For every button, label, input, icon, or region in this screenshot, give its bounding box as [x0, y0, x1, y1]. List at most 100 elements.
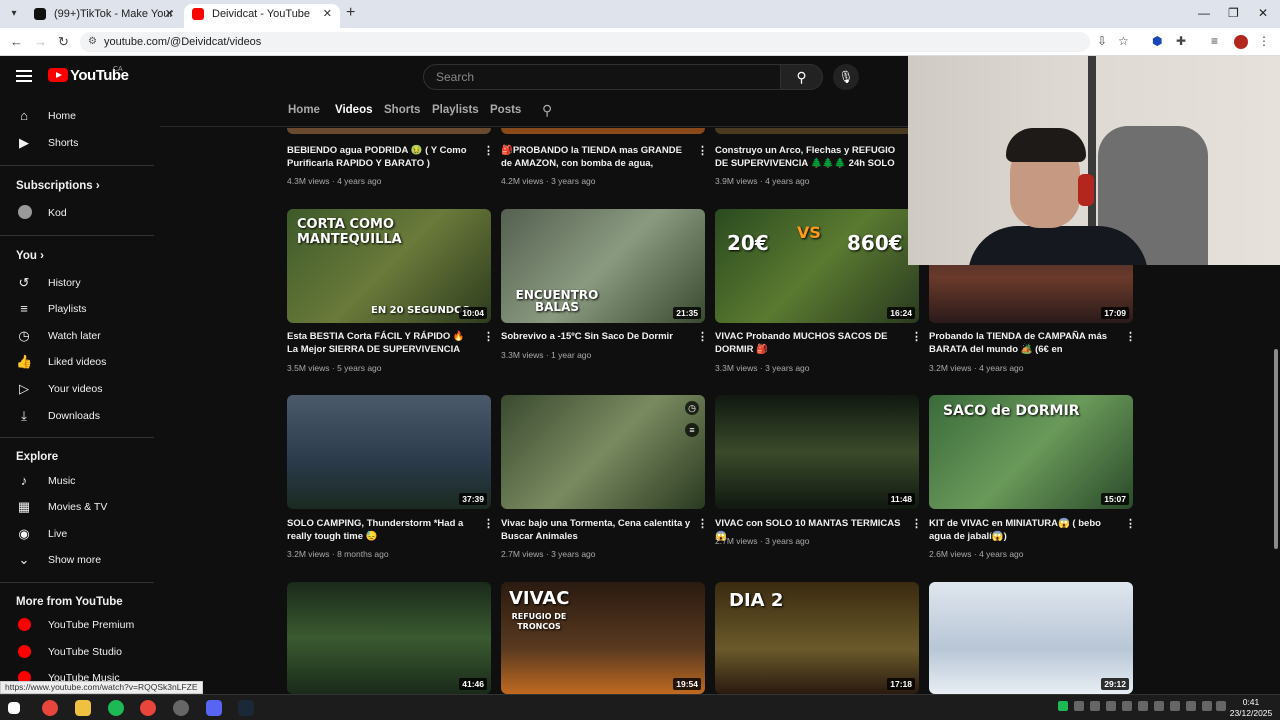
browser-tab-tiktok[interactable]: (99+)TikTok - Make Your Day ✕: [26, 4, 182, 40]
sidebar-item-watch-later[interactable]: ◷ Watch later: [0, 323, 154, 349]
tray-app-icon[interactable]: [1106, 701, 1116, 711]
bookmark-star-icon[interactable]: ☆: [1118, 34, 1129, 48]
sidebar-item-live[interactable]: ◉ Live: [0, 521, 154, 547]
sidebar-item-history[interactable]: ↺ History: [0, 270, 154, 296]
search-button[interactable]: ⚲: [781, 64, 823, 90]
tab-shorts[interactable]: Shorts: [384, 104, 420, 116]
more-actions-icon[interactable]: ⋮: [483, 517, 494, 530]
obs-icon[interactable]: [173, 700, 189, 716]
more-actions-icon[interactable]: ⋮: [911, 517, 922, 530]
more-actions-icon[interactable]: ⋮: [911, 330, 922, 343]
sidebar-item-music[interactable]: ♪ Music: [0, 468, 154, 494]
more-actions-icon[interactable]: ⋮: [483, 330, 494, 343]
restore-icon[interactable]: ❐: [1228, 6, 1239, 20]
video-thumbnail[interactable]: [715, 128, 919, 134]
more-actions-icon[interactable]: ⋮: [1125, 517, 1136, 530]
video-thumbnail[interactable]: [501, 128, 705, 134]
search-input[interactable]: Search: [423, 64, 781, 90]
more-actions-icon[interactable]: ⋮: [1125, 330, 1136, 343]
tray-app-icon[interactable]: [1154, 701, 1164, 711]
taskbar-clock[interactable]: 0:41 23/12/2025: [1228, 697, 1274, 719]
youtube-logo-icon[interactable]: [48, 68, 68, 82]
sidebar-item-movies[interactable]: ▦ Movies & TV: [0, 494, 154, 520]
channel-search-icon[interactable]: ⚲: [542, 102, 552, 119]
site-info-icon[interactable]: ⚙: [88, 32, 97, 52]
tray-spotify-icon[interactable]: [1058, 701, 1068, 711]
discord-icon[interactable]: [206, 700, 222, 716]
video-thumbnail[interactable]: [287, 128, 491, 134]
minimize-icon[interactable]: —: [1198, 6, 1210, 20]
video-thumbnail[interactable]: CORTA COMO MANTEQUILLA EN 20 SEGUNDOS 10…: [287, 209, 491, 323]
tab-search-chevron-icon[interactable]: ▾: [6, 6, 22, 22]
add-to-queue-icon[interactable]: ≡: [685, 423, 699, 437]
more-actions-icon[interactable]: ⋮: [697, 330, 708, 343]
media-controls-icon[interactable]: ≡: [1211, 34, 1218, 48]
chrome-icon[interactable]: [42, 700, 58, 716]
more-actions-icon[interactable]: ⋮: [483, 144, 494, 157]
sidebar-item-show-more[interactable]: ⌄ Show more: [0, 547, 154, 573]
back-icon[interactable]: ←: [10, 34, 23, 49]
video-title[interactable]: BEBIENDO agua PODRIDA 🤢 ( Y Como Purific…: [287, 144, 477, 170]
video-thumbnail[interactable]: 41:46: [287, 582, 491, 694]
more-actions-icon[interactable]: ⋮: [697, 517, 708, 530]
browser-tab-youtube[interactable]: Deividcat - YouTube ✕: [184, 4, 340, 28]
steam-icon[interactable]: [238, 700, 254, 716]
file-explorer-icon[interactable]: [75, 700, 91, 716]
forward-icon[interactable]: →: [34, 34, 47, 49]
shield-extension-icon[interactable]: ⬢: [1152, 34, 1162, 48]
new-tab-button[interactable]: +: [346, 4, 355, 22]
video-thumbnail[interactable]: ◷ ≡: [501, 395, 705, 509]
video-title[interactable]: KIT de VIVAC en MINIATURA😱 ( bebo agua d…: [929, 517, 1119, 543]
spotify-icon[interactable]: [108, 700, 124, 716]
video-title[interactable]: 🎒PROBANDO la TIENDA mas GRANDE de AMAZON…: [501, 144, 691, 170]
network-icon[interactable]: [1186, 701, 1196, 711]
watch-later-icon[interactable]: ◷: [685, 401, 699, 415]
notification-icon[interactable]: [1216, 701, 1226, 711]
tray-app-icon[interactable]: [1138, 701, 1148, 711]
sidebar-item-youtube-premium[interactable]: YouTube Premium: [0, 612, 154, 638]
scrollbar-thumb[interactable]: [1274, 349, 1278, 549]
volume-icon[interactable]: [1202, 701, 1212, 711]
video-title[interactable]: Construyo un Arco, Flechas y REFUGIO DE …: [715, 144, 905, 170]
tray-app-icon[interactable]: [1170, 701, 1180, 711]
close-tab-icon[interactable]: ✕: [323, 4, 332, 24]
reload-icon[interactable]: ↻: [58, 34, 69, 50]
video-title[interactable]: VIVAC Probando MUCHOS SACOS DE DORMIR 🎒: [715, 330, 905, 356]
chrome-active-icon[interactable]: [140, 700, 156, 716]
sidebar-item-your-videos[interactable]: ▷ Your videos: [0, 376, 154, 402]
sidebar-item-playlists[interactable]: ≡ Playlists: [0, 296, 154, 322]
video-thumbnail[interactable]: 29:12: [929, 582, 1133, 694]
close-window-icon[interactable]: ✕: [1258, 6, 1268, 20]
video-thumbnail[interactable]: VIVAC REFUGIO DE TRONCOS 19:54: [501, 582, 705, 694]
tab-posts[interactable]: Posts: [490, 104, 521, 116]
tray-app-icon[interactable]: [1074, 701, 1084, 711]
menu-icon[interactable]: [16, 70, 32, 82]
video-title[interactable]: SOLO CAMPING, Thunderstorm *Had a really…: [287, 517, 477, 543]
video-thumbnail[interactable]: SACO de DORMIR 15:07: [929, 395, 1133, 509]
subscriptions-heading[interactable]: Subscriptions ›: [16, 180, 100, 192]
sidebar-item-shorts[interactable]: ▶ Shorts: [0, 130, 154, 156]
url-field[interactable]: ⚙ youtube.com/@Deividcat/videos: [80, 32, 1090, 52]
tab-home[interactable]: Home: [288, 104, 320, 116]
install-app-icon[interactable]: ⇩: [1097, 34, 1107, 48]
video-thumbnail[interactable]: ENCUENTRO BALAS 21:35: [501, 209, 705, 323]
you-heading[interactable]: You ›: [16, 250, 44, 262]
sidebar-item-downloads[interactable]: ⤓ Downloads: [0, 403, 154, 429]
voice-search-button[interactable]: 🎙: [833, 64, 859, 90]
tab-videos[interactable]: Videos: [335, 104, 373, 116]
video-title[interactable]: Vivac bajo una Tormenta, Cena calentita …: [501, 517, 691, 543]
tray-app-icon[interactable]: [1090, 701, 1100, 711]
video-title[interactable]: Sobrevivo a -15ºC Sin Saco De Dormir: [501, 330, 691, 343]
video-thumbnail[interactable]: 20€ VS 860€ 16:24: [715, 209, 919, 323]
sidebar-item-home[interactable]: ⌂ Home: [0, 103, 154, 129]
video-title[interactable]: Esta BESTIA Corta FÁCIL Y RÁPIDO 🔥 La Me…: [287, 330, 477, 356]
browser-menu-icon[interactable]: ⋮: [1258, 34, 1270, 48]
video-thumbnail[interactable]: DIA 2 17:18: [715, 582, 919, 694]
page-scrollbar[interactable]: [1272, 265, 1280, 694]
video-thumbnail[interactable]: 37:39: [287, 395, 491, 509]
extensions-icon[interactable]: ✚: [1176, 34, 1186, 48]
windows-start-icon[interactable]: [8, 702, 20, 714]
sidebar-item-liked-videos[interactable]: 👍 Liked videos: [0, 349, 154, 375]
profile-avatar[interactable]: [1234, 35, 1248, 49]
tray-app-icon[interactable]: [1122, 701, 1132, 711]
